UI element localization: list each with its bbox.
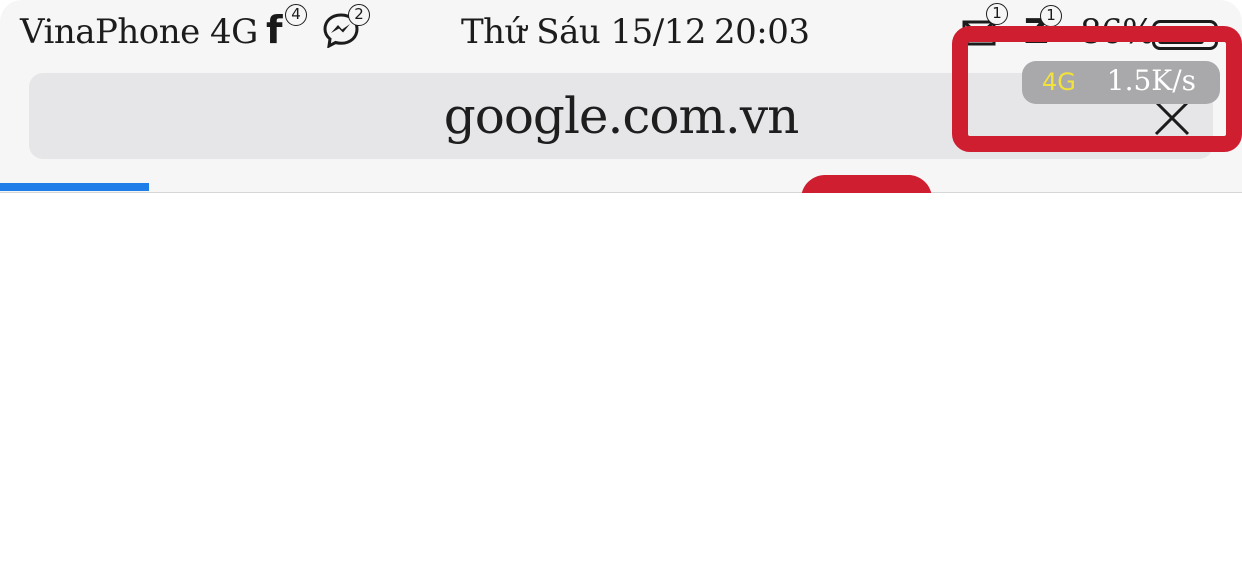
- network-type: 4G: [210, 12, 258, 52]
- page-content: [0, 193, 1242, 581]
- zalo-badge: 1: [1040, 5, 1062, 27]
- date-label: Thứ Sáu 15/12: [461, 12, 707, 52]
- mail-badge: 1: [986, 3, 1008, 25]
- clock: 20:03: [714, 12, 810, 52]
- facebook-icon: f: [266, 8, 283, 52]
- highlight-box: [952, 26, 1242, 152]
- page-load-progress: [0, 183, 150, 191]
- messenger-badge: 2: [348, 4, 370, 26]
- carrier-name: VinaPhone: [20, 12, 200, 52]
- facebook-badge: 4: [285, 4, 307, 26]
